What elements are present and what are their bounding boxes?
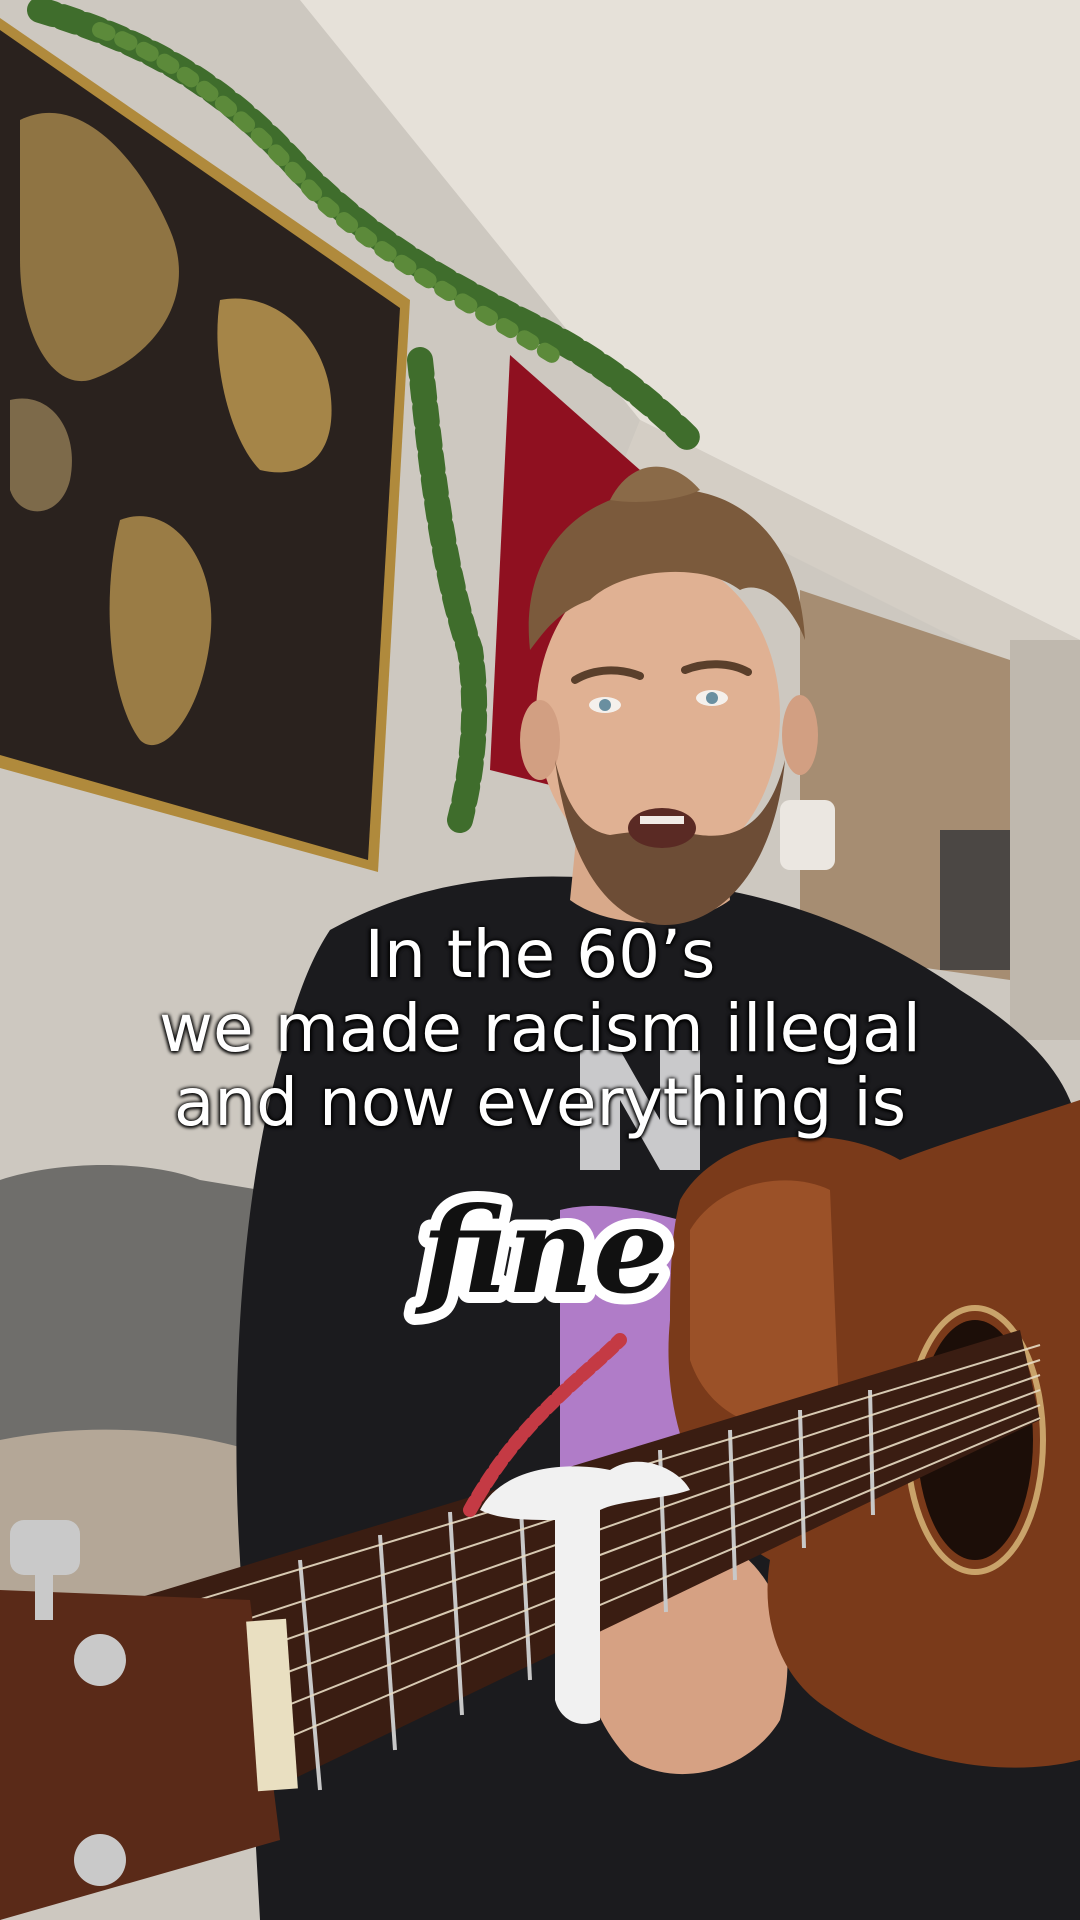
ear-right bbox=[782, 695, 818, 775]
ear-left bbox=[520, 700, 560, 780]
caption: In the 60’s we made racism illegal and n… bbox=[0, 918, 1080, 1140]
caption-line-1: In the 60’s bbox=[364, 916, 716, 993]
cabinet-jar bbox=[780, 800, 835, 870]
caption-line-3: and now everything is bbox=[173, 1064, 907, 1141]
video-frame: In the 60’s we made racism illegal and n… bbox=[0, 0, 1080, 1920]
fine-sticker: fine fine bbox=[400, 1180, 690, 1340]
caption-line-2: we made racism illegal bbox=[159, 990, 921, 1067]
sticker-text: fine bbox=[415, 1181, 669, 1320]
mouth bbox=[628, 808, 696, 848]
